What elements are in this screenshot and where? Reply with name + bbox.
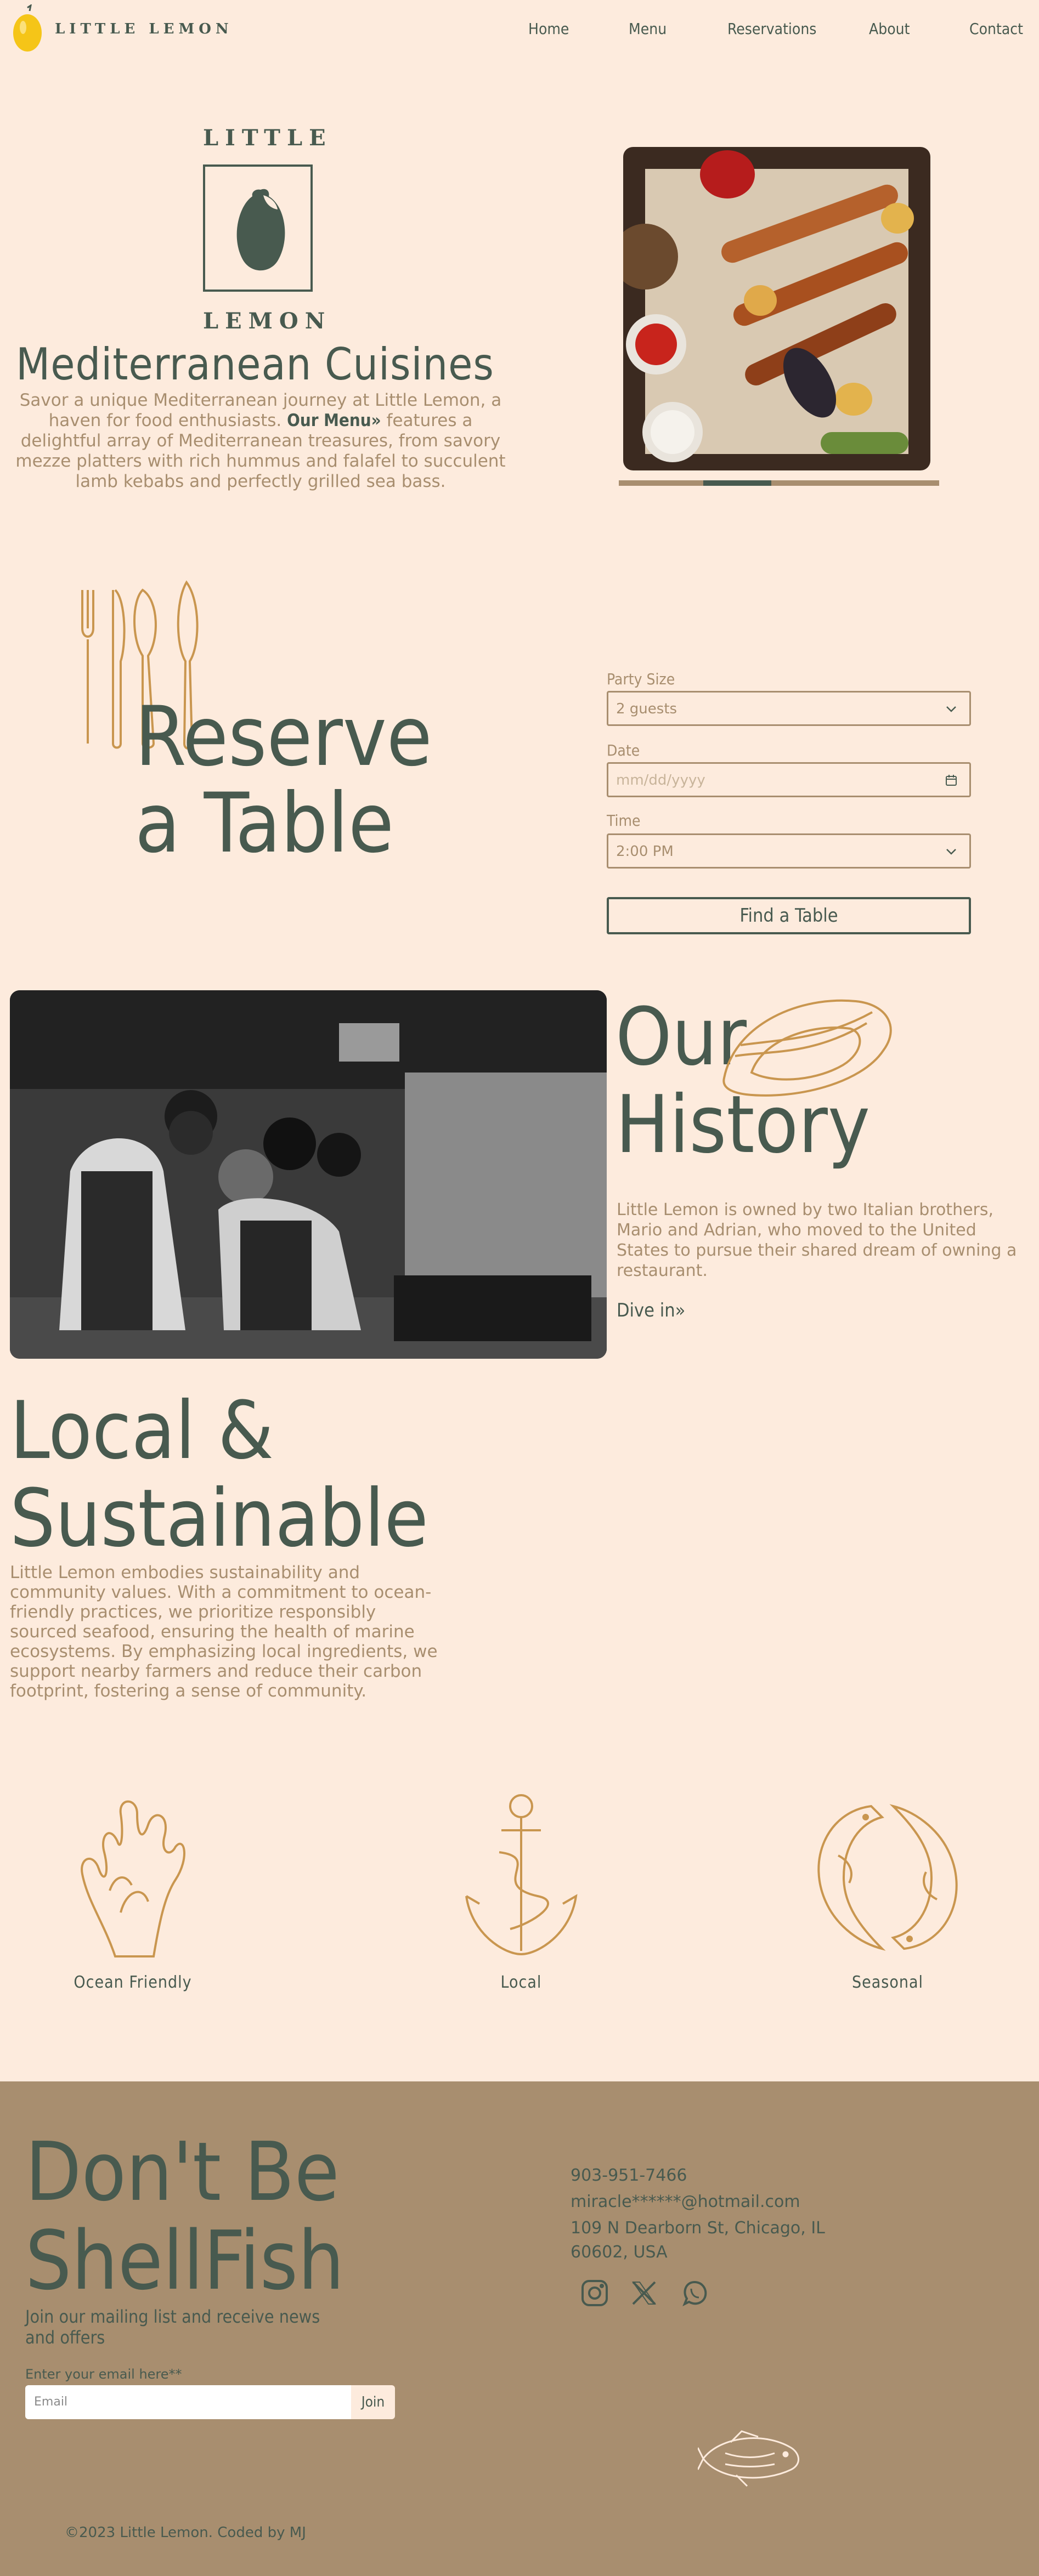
carousel-track[interactable] — [619, 480, 939, 486]
reserve-title-line2: a Table — [135, 776, 394, 871]
nav-link-about[interactable]: About — [869, 20, 910, 38]
contact-email[interactable]: miracle******@hotmail.com — [571, 2192, 800, 2211]
lemon-icon — [230, 184, 291, 277]
hero-logo-bottom: LEMON — [203, 308, 332, 334]
double-chevron-right-icon: » — [675, 1300, 686, 1321]
local-description: Little Lemon embodies sustainability and… — [10, 1563, 438, 1701]
footer-title-line1: Don't Be — [25, 2125, 340, 2219]
copyright: ©2023 Little Lemon. Coded by MJ — [65, 2524, 306, 2541]
our-menu-link[interactable]: Our Menu» — [287, 411, 381, 430]
nav-link-contact[interactable]: Contact — [969, 20, 1023, 38]
party-size-value: 2 guests — [616, 701, 677, 717]
dive-in-label: Dive in — [617, 1300, 675, 1321]
double-chevron-right-icon: » — [371, 411, 381, 430]
chevron-down-icon — [946, 706, 956, 712]
time-value: 2:00 PM — [616, 843, 674, 860]
reserve-title: Reserve a Table — [135, 694, 432, 867]
hero-food-image — [623, 147, 930, 470]
time-label: Time — [607, 812, 641, 830]
find-table-button[interactable]: Find a Table — [607, 897, 971, 934]
nav-link-menu[interactable]: Menu — [629, 20, 667, 38]
date-label: Date — [607, 741, 640, 759]
time-select[interactable]: 2:00 PM — [607, 833, 971, 869]
footer-subtitle: Join our mailing list and receive news a… — [25, 2306, 320, 2348]
x-icon[interactable] — [630, 2279, 658, 2307]
nav-link-home[interactable]: Home — [528, 20, 569, 38]
whatsapp-icon[interactable] — [679, 2278, 710, 2308]
local-title-line1: Local & — [10, 1385, 274, 1477]
date-placeholder: mm/dd/yyyy — [616, 772, 705, 788]
email-label: Enter your email here** — [25, 2367, 182, 2382]
our-menu-label: Our Menu — [287, 411, 371, 430]
instagram-icon[interactable] — [579, 2278, 610, 2308]
carousel-indicator[interactable] — [703, 480, 771, 486]
footer-title: Don't Be ShellFish — [25, 2127, 345, 2305]
hero-description: Savor a unique Mediterranean journey at … — [11, 390, 510, 492]
history-kitchen-image — [10, 990, 607, 1359]
join-button[interactable]: Join — [351, 2385, 395, 2419]
reserve-title-line1: Reserve — [135, 689, 432, 785]
koi-icon — [794, 1795, 981, 1960]
party-size-label: Party Size — [607, 670, 675, 688]
nav-brand[interactable]: LITTLE LEMON — [55, 21, 233, 37]
email-input[interactable]: Email — [25, 2385, 351, 2419]
calendar-icon[interactable] — [943, 772, 959, 788]
fish-icon — [697, 2426, 805, 2492]
hero-logo-top: LITTLE — [203, 125, 332, 151]
contact-phone[interactable]: 903-951-7466 — [571, 2166, 687, 2185]
dive-in-link[interactable]: Dive in» — [617, 1300, 685, 1321]
email-placeholder: Email — [34, 2395, 68, 2409]
contact-address-line2: 60602, USA — [571, 2243, 668, 2262]
chevron-down-icon — [946, 849, 956, 855]
contact-address-line1: 109 N Dearborn St, Chicago, IL — [571, 2218, 825, 2238]
date-input[interactable]: mm/dd/yyyy — [607, 762, 971, 797]
oyster-icon — [713, 990, 900, 1105]
hero-title: Mediterranean Cuisines — [16, 339, 494, 390]
history-description: Little Lemon is owned by two Italian bro… — [617, 1200, 1017, 1280]
local-title: Local & Sustainable — [10, 1387, 428, 1563]
footer-title-line2: ShellFish — [25, 2214, 345, 2308]
feature-local: Local — [500, 1973, 542, 1992]
nav-link-reservations[interactable]: Reservations — [727, 20, 816, 38]
party-size-select[interactable]: 2 guests — [607, 691, 971, 726]
local-title-line2: Sustainable — [10, 1472, 428, 1565]
nav-logo-icon[interactable] — [11, 3, 45, 54]
feature-ocean-friendly: Ocean Friendly — [74, 1973, 192, 1992]
feature-seasonal: Seasonal — [851, 1973, 923, 1992]
coral-icon — [71, 1792, 192, 1962]
anchor-icon — [455, 1792, 587, 1962]
